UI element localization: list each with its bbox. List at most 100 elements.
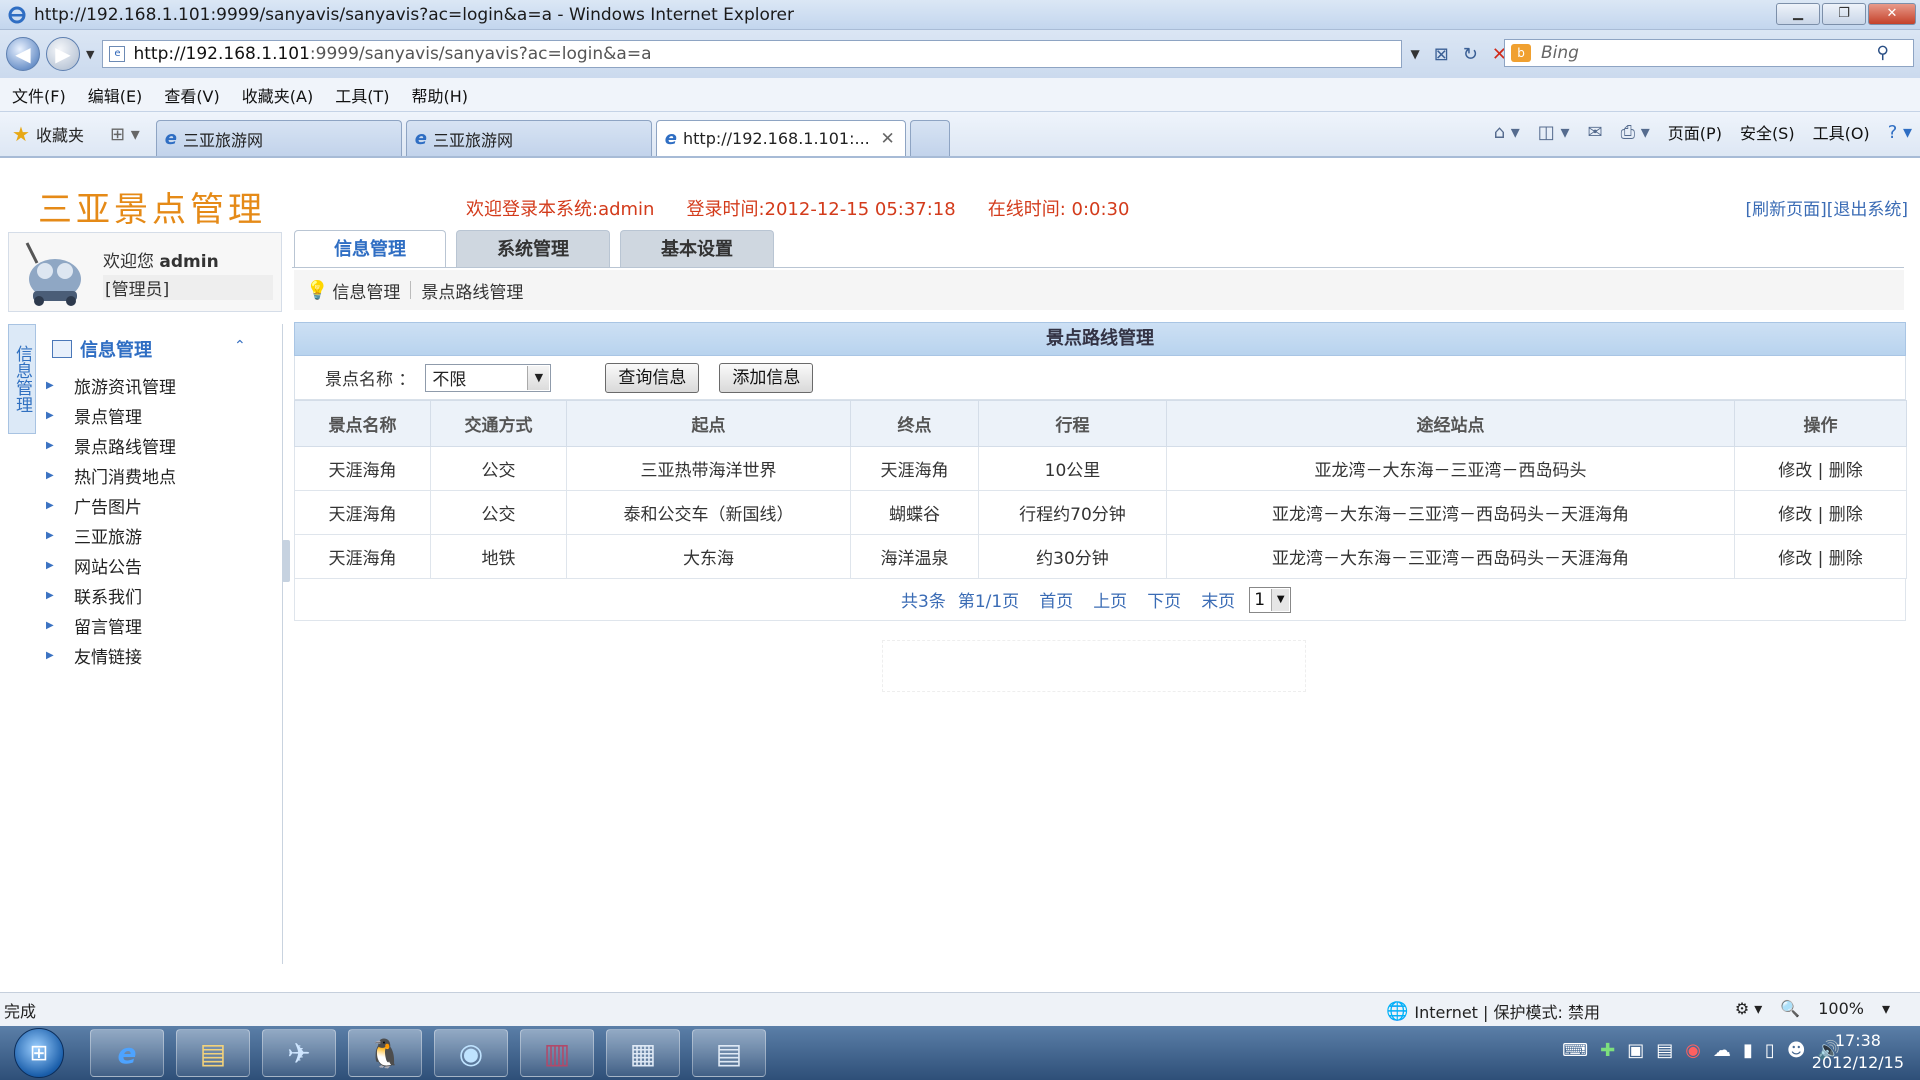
- sidebar-item-hot-spots[interactable]: ▶ 热门消费地点: [44, 460, 176, 490]
- sidebar-splitter-handle[interactable]: [282, 540, 290, 582]
- menu-file[interactable]: 文件(F): [12, 83, 66, 107]
- film-app-icon[interactable]: ▦: [606, 1029, 680, 1077]
- sidebar-item-travel-news[interactable]: ▶ 旅游资讯管理: [44, 370, 176, 400]
- tab-info-management[interactable]: 信息管理: [294, 230, 446, 268]
- help-icon[interactable]: ? ▾: [1888, 122, 1912, 143]
- delete-link[interactable]: 删除: [1829, 461, 1863, 481]
- sidebar-item-attractions[interactable]: ▶ 景点管理: [44, 400, 176, 430]
- browser-tab-active[interactable]: e http://192.168.1.101:... ✕: [655, 120, 906, 156]
- first-page-link[interactable]: 首页: [1039, 587, 1073, 612]
- close-window-button[interactable]: ✕: [1868, 3, 1916, 25]
- spreadsheet-app-icon[interactable]: ▤: [692, 1029, 766, 1077]
- sidebar-item-contact[interactable]: ▶ 联系我们: [44, 580, 176, 610]
- mail-icon[interactable]: ✉: [1588, 122, 1603, 143]
- breadcrumb-item[interactable]: 信息管理: [332, 278, 400, 303]
- edit-link[interactable]: 修改: [1778, 461, 1812, 481]
- ie-taskbar-icon[interactable]: e: [90, 1029, 164, 1077]
- favorites-star-icon[interactable]: ★: [12, 122, 30, 146]
- plus-tray-icon[interactable]: ✚: [1600, 1040, 1615, 1061]
- last-page-link[interactable]: 末页: [1201, 587, 1235, 612]
- delete-link[interactable]: 删除: [1829, 505, 1863, 525]
- menu-edit[interactable]: 编辑(E): [88, 83, 143, 107]
- start-button[interactable]: ⊞: [14, 1028, 64, 1078]
- chevron-down-icon[interactable]: ▼: [527, 365, 550, 390]
- browser-tab-1[interactable]: e 三亚旅游网: [155, 120, 402, 156]
- add-button[interactable]: 添加信息: [719, 362, 814, 393]
- zoom-level[interactable]: 100%: [1818, 999, 1864, 1018]
- browser-tab-label: 三亚旅游网: [433, 130, 514, 150]
- eye-tray-icon[interactable]: ◉: [1685, 1040, 1701, 1061]
- browser-tab-2[interactable]: e 三亚旅游网: [405, 120, 652, 156]
- qq-penguin-icon[interactable]: 🐧: [348, 1029, 422, 1077]
- cell-end: 蝴蝶谷: [850, 490, 979, 535]
- url-dropdown-icon[interactable]: ▼: [1410, 47, 1419, 61]
- network-tray-icon[interactable]: ▮: [1743, 1040, 1753, 1061]
- sidebar-strip[interactable]: 信息管理: [8, 324, 36, 434]
- close-tab-icon[interactable]: ✕: [881, 129, 895, 149]
- sidebar-item-messages[interactable]: ▶ 留言管理: [44, 610, 176, 640]
- prev-page-link[interactable]: 上页: [1093, 587, 1127, 612]
- sidebar-item-links[interactable]: ▶ 友情链接: [44, 640, 176, 670]
- attraction-name-select[interactable]: 不限 ▼: [425, 363, 552, 392]
- quick-tabs-icon[interactable]: ⊞ ▾: [110, 124, 140, 145]
- sidebar-item-ad-images[interactable]: ▶ 广告图片: [44, 490, 176, 520]
- feeds-icon[interactable]: ◫ ▾: [1538, 122, 1570, 143]
- chat-bubble-app-icon[interactable]: ◉: [434, 1029, 508, 1077]
- sidebar-header[interactable]: 信息管理: [52, 336, 152, 362]
- session-info: 欢迎登录本系统:admin 登录时间:2012-12-15 05:37:18 在…: [466, 195, 1129, 221]
- bird-app-icon[interactable]: ✈: [262, 1029, 336, 1077]
- protected-mode-icon[interactable]: ⚙ ▾: [1735, 999, 1762, 1018]
- keyboard-tray-icon[interactable]: ⌨: [1562, 1040, 1588, 1061]
- new-tab-button[interactable]: [909, 120, 950, 156]
- next-page-link[interactable]: 下页: [1147, 587, 1181, 612]
- search-input[interactable]: b Bing ⚲: [1504, 39, 1914, 67]
- forward-button[interactable]: ▶: [46, 37, 80, 71]
- sidebar-item-announcements[interactable]: ▶ 网站公告: [44, 550, 176, 580]
- globe-icon: 🌐: [1386, 1000, 1409, 1022]
- safety-menu[interactable]: 安全(S): [1740, 120, 1795, 144]
- menu-view[interactable]: 查看(V): [164, 83, 219, 107]
- minimize-button[interactable]: ▁: [1776, 3, 1820, 25]
- qq-tray-icon[interactable]: ☻: [1787, 1040, 1806, 1061]
- sidebar-item-sanya-travel[interactable]: ▶ 三亚旅游: [44, 520, 176, 550]
- tools-menu[interactable]: 工具(O): [1813, 120, 1870, 144]
- logout-link[interactable]: [退出系统]: [1827, 200, 1908, 220]
- refresh-icon[interactable]: ↻: [1463, 44, 1478, 65]
- back-button[interactable]: ◀: [6, 37, 40, 71]
- page-menu[interactable]: 页面(P): [1668, 120, 1722, 144]
- collapse-up-icon[interactable]: ⌃: [234, 338, 246, 354]
- history-dropdown-icon[interactable]: ▼: [86, 48, 94, 61]
- menu-tools[interactable]: 工具(T): [335, 83, 389, 107]
- menu-favorites[interactable]: 收藏夹(A): [242, 83, 313, 107]
- battery-tray-icon[interactable]: ▯: [1765, 1040, 1775, 1061]
- winrar-icon[interactable]: ▥: [520, 1029, 594, 1077]
- favorites-button[interactable]: 收藏夹: [36, 122, 84, 146]
- explorer-taskbar-icon[interactable]: ▤: [176, 1029, 250, 1077]
- restore-button[interactable]: ❐: [1822, 3, 1866, 25]
- ie-logo-icon: [8, 6, 26, 23]
- compatibility-view-icon[interactable]: ⊠: [1434, 44, 1449, 65]
- menu-help[interactable]: 帮助(H): [411, 83, 468, 107]
- tab-system-management[interactable]: 系统管理: [456, 230, 610, 268]
- edit-link[interactable]: 修改: [1778, 505, 1812, 525]
- delete-link[interactable]: 删除: [1829, 549, 1863, 569]
- monitor-tray-icon[interactable]: ▣: [1627, 1040, 1644, 1061]
- page-select[interactable]: 1 ▼: [1249, 586, 1292, 613]
- url-field[interactable]: e http://192.168.1.101:9999/sanyavis/san…: [102, 40, 1403, 68]
- refresh-page-link[interactable]: [刷新页面]: [1745, 200, 1826, 220]
- chevron-down-icon[interactable]: ▼: [1271, 588, 1290, 611]
- print-icon[interactable]: ⎙ ▾: [1621, 122, 1650, 143]
- tab-basic-settings[interactable]: 基本设置: [620, 230, 774, 268]
- sidebar-item-routes[interactable]: ▶ 景点路线管理: [44, 430, 176, 460]
- window-tray-icon[interactable]: ▤: [1656, 1040, 1673, 1061]
- clock[interactable]: 17:38 2012/12/15: [1812, 1030, 1904, 1074]
- query-button[interactable]: 查询信息: [605, 362, 700, 393]
- search-icon[interactable]: ⚲: [1877, 43, 1889, 63]
- zoom-dropdown-icon[interactable]: ▾: [1882, 999, 1890, 1018]
- table-row: 天涯海角 公交 三亚热带海洋世界 天涯海角 10公里 亚龙湾－大东海－三亚湾－西…: [294, 446, 1907, 491]
- security-zone[interactable]: 🌐 Internet | 保护模式: 禁用: [1386, 999, 1600, 1023]
- cloud-tray-icon[interactable]: ☁: [1713, 1040, 1731, 1061]
- home-icon[interactable]: ⌂ ▾: [1494, 122, 1520, 143]
- zoom-control[interactable]: ⚙ ▾ 🔍 100% ▾: [1735, 999, 1890, 1018]
- edit-link[interactable]: 修改: [1778, 549, 1812, 569]
